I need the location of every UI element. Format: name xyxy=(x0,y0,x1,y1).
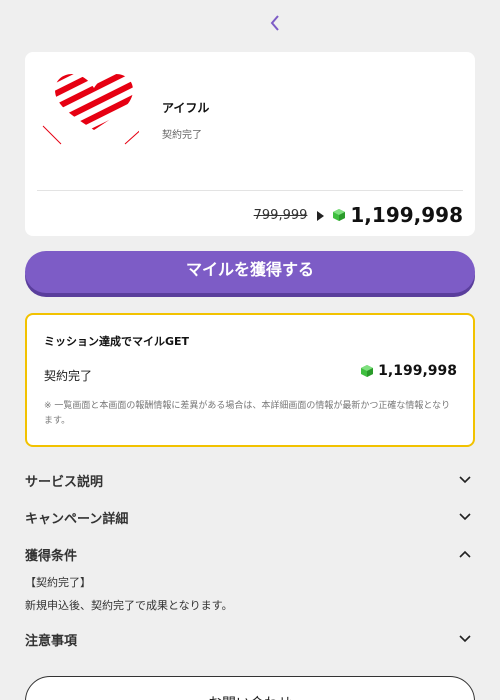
section-service[interactable]: サービス説明 xyxy=(25,468,475,492)
green-gem-icon xyxy=(361,365,374,377)
mission-note: ※ 一覧画面と本画面の報酬情報に差異がある場合は、本詳細画面の情報が最新かつ正確… xyxy=(44,401,451,426)
old-price: 799,999 xyxy=(253,207,308,223)
offer-status: 契約完了 xyxy=(162,130,202,141)
conditions-text: 新規申込後、契約完了で成果となります。 xyxy=(25,599,233,612)
company-name: アイフル xyxy=(162,101,210,115)
card-divider xyxy=(37,190,463,191)
offer-card[interactable]: アイフル 契約完了 799,999 1,199,998 xyxy=(25,52,475,236)
section-notes-label: 注意事項 xyxy=(25,633,78,649)
chevron-up-icon xyxy=(458,547,472,561)
contact-button[interactable]: お問い合わせ xyxy=(25,676,475,700)
chevron-down-icon xyxy=(458,632,472,646)
get-miles-button[interactable]: マイルを獲得する xyxy=(25,251,475,293)
section-notes[interactable]: 注意事項 xyxy=(25,627,475,651)
conditions-heading: 【契約完了】 xyxy=(25,576,91,589)
price-row: 799,999 1,199,998 xyxy=(254,200,463,230)
mission-reward-value: 1,199,998 xyxy=(378,363,457,379)
mission-reward: 1,199,998 xyxy=(360,363,457,379)
mission-box: ミッション達成でマイルGET 契約完了 1,199,998 ※ 一覧画面と本画面… xyxy=(25,313,475,447)
chevron-down-icon xyxy=(458,510,472,524)
section-conditions-label: 獲得条件 xyxy=(25,548,78,564)
section-campaign-label: キャンペーン詳細 xyxy=(25,511,129,527)
section-conditions[interactable]: 獲得条件 xyxy=(25,542,475,566)
chevron-left-icon xyxy=(270,15,279,31)
green-gem-icon xyxy=(333,209,346,221)
section-service-label: サービス説明 xyxy=(25,474,104,490)
mission-title: ミッション達成でマイルGET xyxy=(44,335,190,348)
section-campaign[interactable]: キャンペーン詳細 xyxy=(25,505,475,529)
new-price: 1,199,998 xyxy=(350,203,463,227)
chevron-down-icon xyxy=(458,473,472,487)
mission-condition-label: 契約完了 xyxy=(44,369,93,383)
arrow-right-icon xyxy=(317,211,325,221)
back-button[interactable] xyxy=(264,12,286,34)
company-logo xyxy=(39,68,146,148)
